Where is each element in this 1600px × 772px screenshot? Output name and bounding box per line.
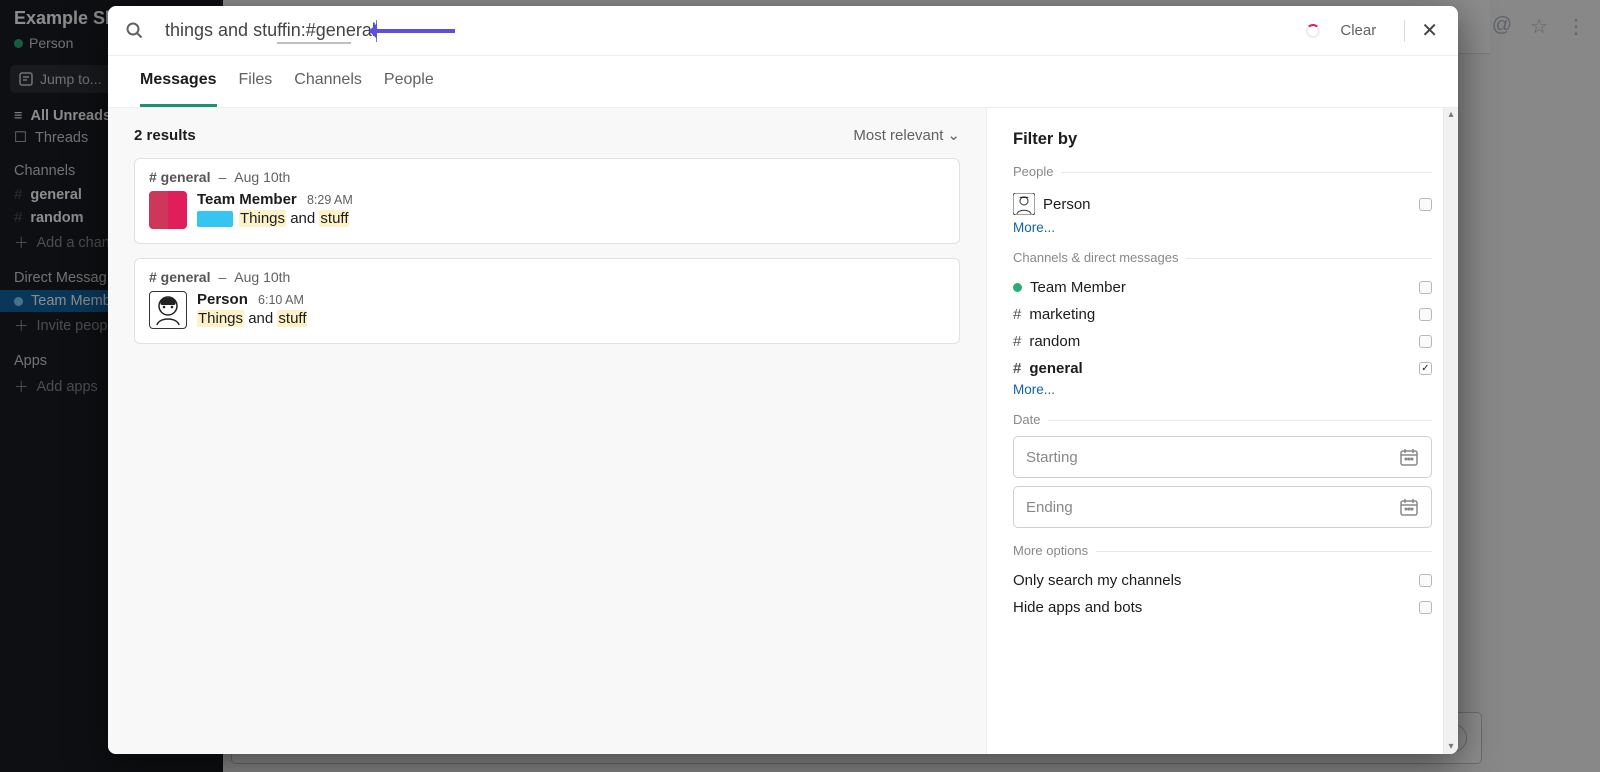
kebab-menu-icon[interactable]: ⋮	[1566, 14, 1586, 39]
attachment-chip-icon	[197, 211, 233, 227]
filter-cdm-marketing[interactable]: #marketing	[1013, 301, 1432, 328]
calendar-icon	[1399, 497, 1419, 517]
checkbox[interactable]	[1419, 335, 1432, 348]
checkbox[interactable]	[1419, 574, 1432, 587]
search-tabs: Messages Files Channels People	[108, 56, 1458, 108]
scrollbar[interactable]: ▴ ▾	[1443, 108, 1458, 754]
search-modal: things and stuff in:#general Clear ✕ Mes…	[108, 6, 1458, 754]
filter-person[interactable]: Person	[1013, 188, 1432, 220]
mention-browser-icon[interactable]: @	[1492, 14, 1512, 39]
results-pane: 2 results Most relevant ⌄ # general – Au…	[108, 108, 986, 754]
presence-dot-icon	[1013, 283, 1022, 292]
sort-dropdown[interactable]: Most relevant ⌄	[853, 126, 960, 144]
filter-people-header: People	[1013, 164, 1061, 179]
checkbox[interactable]	[1419, 198, 1432, 211]
results-count: 2 results	[134, 127, 196, 144]
calendar-icon	[1399, 447, 1419, 467]
close-icon[interactable]: ✕	[1419, 18, 1440, 43]
result-date: Aug 10th	[234, 169, 290, 185]
filter-more-header: More options	[1013, 543, 1096, 558]
avatar	[149, 191, 187, 229]
filter-cdm-more[interactable]: More...	[1013, 382, 1432, 397]
search-input[interactable]: things and stuff in:#general	[165, 6, 1306, 55]
avatar	[1013, 193, 1035, 215]
filter-cdm-general[interactable]: #general ✓	[1013, 355, 1432, 382]
result-card[interactable]: # general – Aug 10th Person 6:10 AM	[134, 258, 960, 344]
result-date: Aug 10th	[234, 269, 290, 285]
date-end-input[interactable]: Ending	[1013, 486, 1432, 528]
filter-cdm-random[interactable]: #random	[1013, 328, 1432, 355]
annotation-arrow-icon	[371, 29, 455, 33]
result-author: Person	[197, 291, 248, 308]
result-time: 6:10 AM	[258, 293, 304, 307]
tab-people[interactable]: People	[384, 56, 434, 107]
filter-date-header: Date	[1013, 412, 1048, 427]
tab-channels[interactable]: Channels	[294, 56, 362, 107]
filter-title: Filter by	[1013, 130, 1432, 149]
scroll-up-icon[interactable]: ▴	[1444, 108, 1458, 122]
checkbox[interactable]	[1419, 601, 1432, 614]
avatar	[149, 291, 187, 329]
filter-only-my-channels[interactable]: Only search my channels	[1013, 567, 1432, 594]
filter-cdm-header: Channels & direct messages	[1013, 250, 1186, 265]
chevron-down-icon: ⌄	[947, 126, 960, 144]
filter-hide-apps-bots[interactable]: Hide apps and bots	[1013, 594, 1432, 621]
filter-people-more[interactable]: More...	[1013, 220, 1432, 235]
tab-messages[interactable]: Messages	[140, 56, 217, 107]
result-channel: # general	[149, 169, 210, 185]
tab-files[interactable]: Files	[239, 56, 273, 107]
search-icon	[126, 22, 143, 39]
result-message: Things and stuff	[197, 310, 307, 327]
result-time: 8:29 AM	[307, 193, 353, 207]
clear-search-button[interactable]: Clear	[1340, 22, 1376, 39]
filter-cdm-team-member[interactable]: Team Member	[1013, 274, 1432, 301]
scroll-down-icon[interactable]: ▾	[1444, 740, 1458, 754]
star-icon[interactable]: ☆	[1530, 14, 1548, 39]
hash-icon: #	[1013, 360, 1021, 377]
filter-pane: Filter by People Person More... Channels…	[986, 108, 1458, 754]
hash-icon: #	[1013, 306, 1021, 323]
result-author: Team Member	[197, 191, 297, 208]
checkbox[interactable]: ✓	[1419, 362, 1432, 375]
checkbox[interactable]	[1419, 281, 1432, 294]
result-card[interactable]: # general – Aug 10th Team Member 8:29	[134, 158, 960, 244]
loading-spinner-icon	[1306, 24, 1320, 38]
checkbox[interactable]	[1419, 308, 1432, 321]
date-start-input[interactable]: Starting	[1013, 436, 1432, 478]
result-channel: # general	[149, 269, 210, 285]
result-message: Things and stuff	[197, 210, 353, 227]
hash-icon: #	[1013, 333, 1021, 350]
